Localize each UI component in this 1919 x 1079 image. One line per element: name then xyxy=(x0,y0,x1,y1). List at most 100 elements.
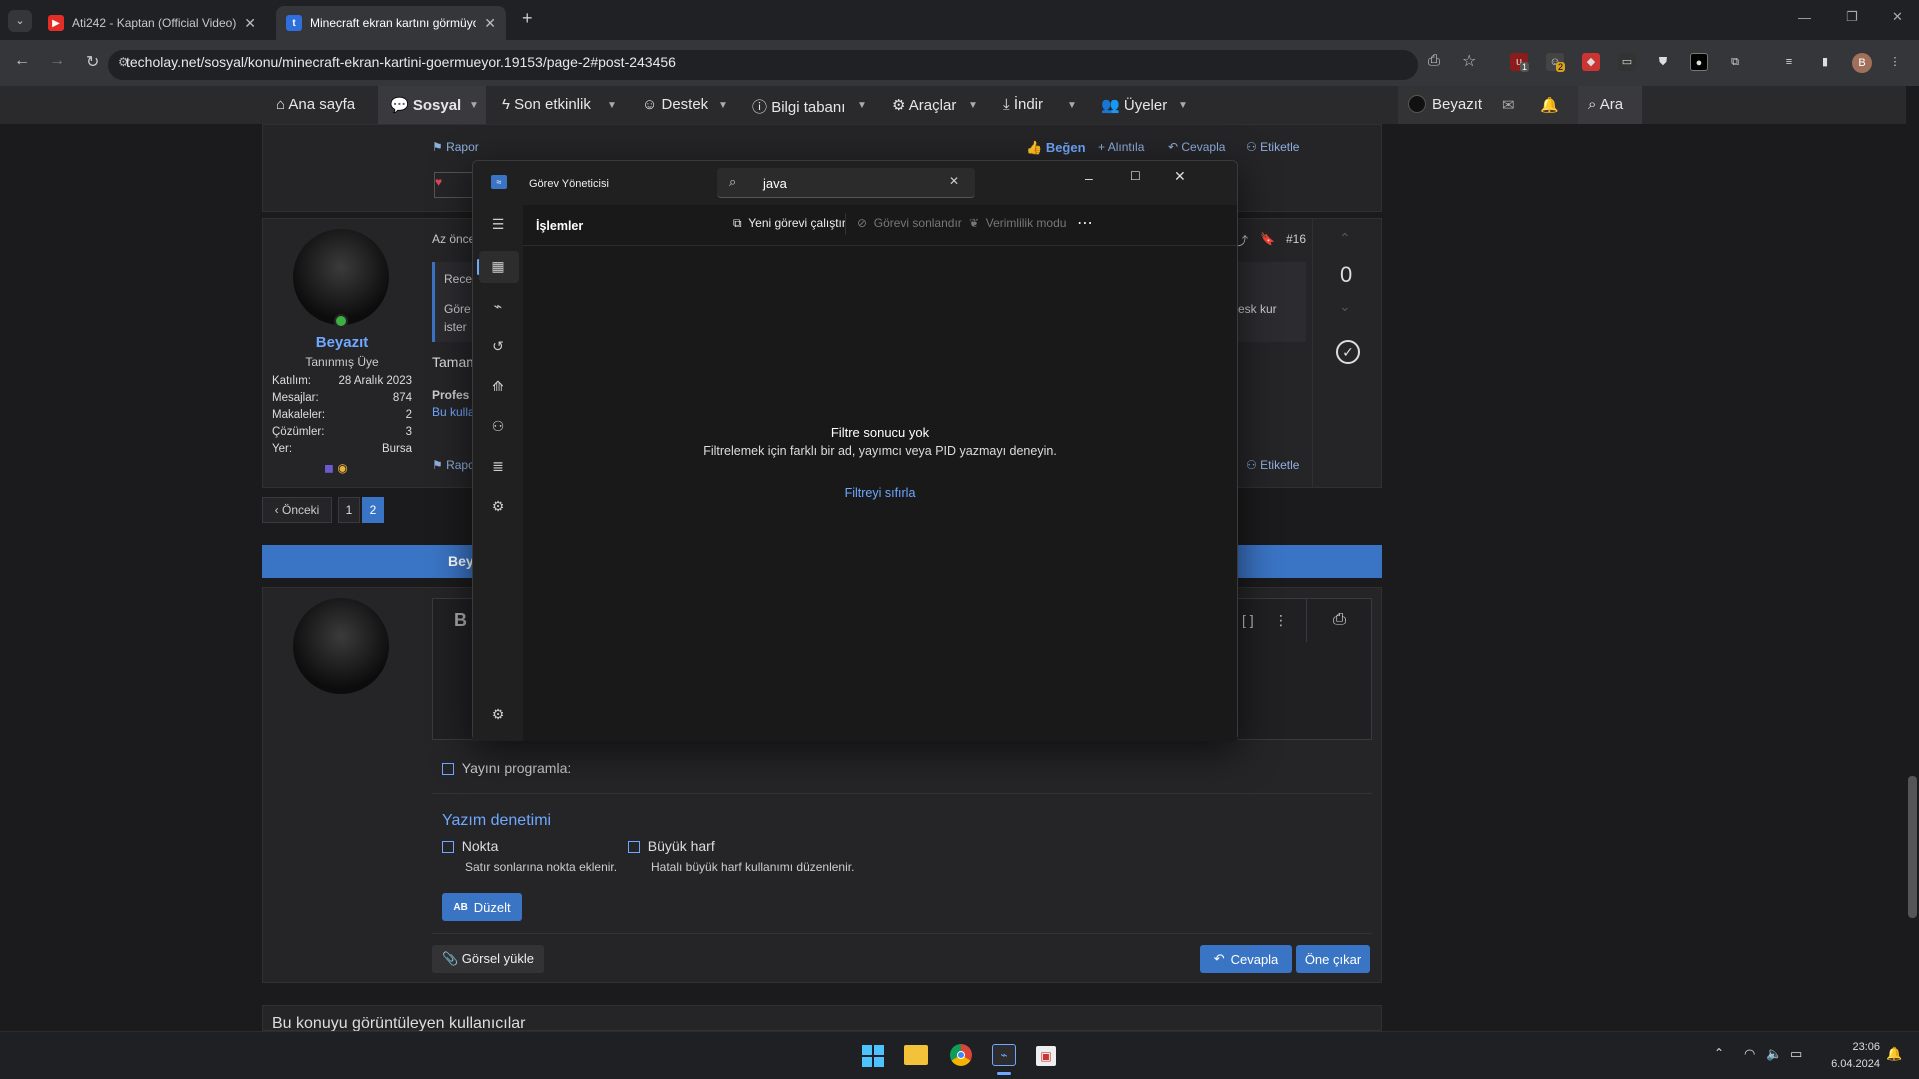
tab-techolay[interactable]: t Minecraft ekran kartını görmüyor ✕ xyxy=(276,6,506,40)
tag-button[interactable]: ⚇ Etiketle xyxy=(1246,458,1299,472)
extension-red-icon[interactable]: ◆ xyxy=(1582,53,1600,71)
period-option[interactable]: Nokta xyxy=(442,838,498,854)
more-options-icon[interactable]: ⋮ xyxy=(1274,612,1288,629)
nav-activity[interactable]: ϟ Son etkinlik xyxy=(502,96,591,113)
users-icon[interactable]: ⚇ xyxy=(489,417,507,435)
reload-icon[interactable]: ↻ xyxy=(86,52,99,72)
settings-icon[interactable]: ⚙ xyxy=(489,705,507,723)
reply-button[interactable]: ↶ Cevapla xyxy=(1168,140,1225,154)
close-window-icon[interactable]: ✕ xyxy=(1892,9,1903,25)
tab-search-icon[interactable]: ⌄ xyxy=(8,10,32,32)
nav-home[interactable]: ⌂ Ana sayfa xyxy=(276,96,355,113)
more-options-icon[interactable]: ⋯ xyxy=(1077,213,1093,233)
extension-icon[interactable]: ● xyxy=(1690,53,1708,71)
post-time[interactable]: Az önce xyxy=(432,232,475,246)
close-icon[interactable]: ✕ xyxy=(1174,168,1186,185)
nav-social[interactable]: 💬 Sosyal xyxy=(390,96,461,114)
chevron-down-icon[interactable]: ▼ xyxy=(607,100,617,111)
preview-icon[interactable]: ⎙ xyxy=(1306,598,1372,642)
menu-kebab-icon[interactable]: ⋮ xyxy=(1886,53,1904,71)
reaction-summary[interactable]: ♥ xyxy=(434,172,474,198)
app-history-icon[interactable]: ↺ xyxy=(489,337,507,355)
file-explorer-icon[interactable] xyxy=(904,1045,928,1065)
code-icon[interactable]: [ ] xyxy=(1242,612,1254,628)
chevron-down-icon[interactable]: ▼ xyxy=(968,100,978,111)
close-icon[interactable]: ✕ xyxy=(244,15,256,32)
task-manager-taskbar-icon[interactable]: ⌁ xyxy=(992,1044,1016,1066)
reset-filter-link[interactable]: Filtreyi sıfırla xyxy=(523,486,1237,500)
extensions-puzzle-icon[interactable]: ⧉ xyxy=(1726,53,1744,71)
startup-apps-icon[interactable]: ⟰ xyxy=(489,377,507,395)
close-icon[interactable]: ✕ xyxy=(484,15,496,32)
start-windows-icon[interactable] xyxy=(862,1045,884,1067)
page-2[interactable]: 2 xyxy=(362,497,384,523)
details-icon[interactable]: ≣ xyxy=(489,457,507,475)
hamburger-menu-icon[interactable]: ☰ xyxy=(489,215,507,233)
media-icon[interactable]: ≡ xyxy=(1780,53,1798,71)
forward-icon[interactable]: → xyxy=(49,52,65,70)
nav-kb[interactable]: ⓘ Bilgi tabanı xyxy=(752,96,845,117)
wifi-icon[interactable]: ◠ xyxy=(1744,1046,1755,1062)
minimize-icon[interactable]: — xyxy=(1798,10,1811,25)
checkbox[interactable] xyxy=(442,763,454,776)
reply-submit-button[interactable]: ↶ Cevapla xyxy=(1200,945,1292,973)
profile-avatar[interactable]: B xyxy=(1852,53,1872,73)
highlight-button[interactable]: Öne çıkar xyxy=(1296,945,1370,973)
run-new-task-button[interactable]: ⧉ Yeni görevi çalıştır xyxy=(733,216,846,231)
bookmark-star-icon[interactable]: ☆ xyxy=(1462,51,1476,71)
chevron-down-icon[interactable]: ▼ xyxy=(1067,100,1077,111)
upvote-icon[interactable]: ⌃ xyxy=(1339,230,1351,247)
battery-icon[interactable]: ▭ xyxy=(1790,1046,1802,1062)
side-panel-icon[interactable]: ▮ xyxy=(1816,53,1834,71)
services-icon[interactable]: ⚙ xyxy=(489,497,507,515)
post-number[interactable]: #16 xyxy=(1286,232,1306,246)
pagination-prev[interactable]: ‹ Önceki xyxy=(262,497,332,523)
app-icon[interactable]: ▣ xyxy=(1036,1046,1056,1066)
back-icon[interactable]: ← xyxy=(14,52,30,70)
minimize-icon[interactable]: – xyxy=(1085,170,1093,186)
efficiency-mode-button[interactable]: ❦ Verimlilik modu xyxy=(969,216,1066,230)
clear-search-icon[interactable]: ✕ xyxy=(949,174,959,188)
nav-support[interactable]: ☺ Destek xyxy=(642,96,708,113)
upload-image-button[interactable]: 📎 Görsel yükle xyxy=(432,945,544,973)
volume-icon[interactable]: 🔈 xyxy=(1766,1046,1782,1062)
signature-link[interactable]: Bu kulla xyxy=(432,405,475,419)
checkbox[interactable] xyxy=(628,841,640,854)
performance-icon[interactable]: ⌁ xyxy=(489,297,507,315)
search-button[interactable]: ⌕ Ara xyxy=(1588,96,1623,113)
page-1[interactable]: 1 xyxy=(338,497,360,523)
fix-button[interactable]: AB Düzelt xyxy=(442,893,522,921)
clock-time[interactable]: 23:06 xyxy=(1820,1041,1880,1053)
avatar[interactable] xyxy=(1408,95,1426,113)
chevron-down-icon[interactable]: ▼ xyxy=(718,100,728,111)
clock-date[interactable]: 6.04.2024 xyxy=(1810,1058,1880,1070)
url-text[interactable]: techolay.net/sosyal/konu/minecraft-ekran… xyxy=(126,54,676,70)
tm-search-input[interactable] xyxy=(717,168,975,198)
tab-youtube[interactable]: ▶ Ati242 - Kaptan (Official Video) ✕ xyxy=(38,6,266,40)
restore-icon[interactable]: ❐ xyxy=(1846,9,1858,25)
processes-icon[interactable]: ▦ xyxy=(489,257,507,275)
schedule-option[interactable]: Yayını programla: xyxy=(442,760,571,776)
extension-icon[interactable]: ▭ xyxy=(1618,53,1636,71)
quote-author[interactable]: Rece xyxy=(444,272,472,286)
tag-button[interactable]: ⚇ Etiketle xyxy=(1246,140,1299,154)
capital-option[interactable]: Büyük harf xyxy=(628,838,715,854)
solution-check-icon[interactable]: ✓ xyxy=(1336,340,1360,364)
bold-button[interactable]: B xyxy=(454,610,467,631)
chevron-down-icon[interactable]: ▼ xyxy=(1178,100,1188,111)
chevron-down-icon[interactable]: ▼ xyxy=(469,100,479,111)
checkbox[interactable] xyxy=(442,841,454,854)
install-icon[interactable]: ⎙ xyxy=(1428,52,1440,69)
author-name[interactable]: Beyazıt xyxy=(262,334,422,351)
bell-icon[interactable]: 🔔 xyxy=(1540,96,1559,114)
like-button[interactable]: 👍 Beğen xyxy=(1026,140,1086,156)
chevron-down-icon[interactable]: ▼ xyxy=(857,100,867,111)
shield-icon[interactable]: ⛊ xyxy=(1654,53,1672,71)
tm-search-value[interactable]: java xyxy=(763,176,787,191)
nav-members[interactable]: 👥 Üyeler xyxy=(1101,96,1167,114)
end-task-button[interactable]: ⊘ Görevi sonlandır xyxy=(857,216,962,230)
nav-download[interactable]: ⤓ İndir xyxy=(1003,96,1043,113)
nav-tools[interactable]: ⚙ Araçlar xyxy=(892,96,956,114)
report-link[interactable]: ⚑ Rapor xyxy=(432,140,479,154)
quote-button[interactable]: + Alıntıla xyxy=(1098,140,1144,154)
